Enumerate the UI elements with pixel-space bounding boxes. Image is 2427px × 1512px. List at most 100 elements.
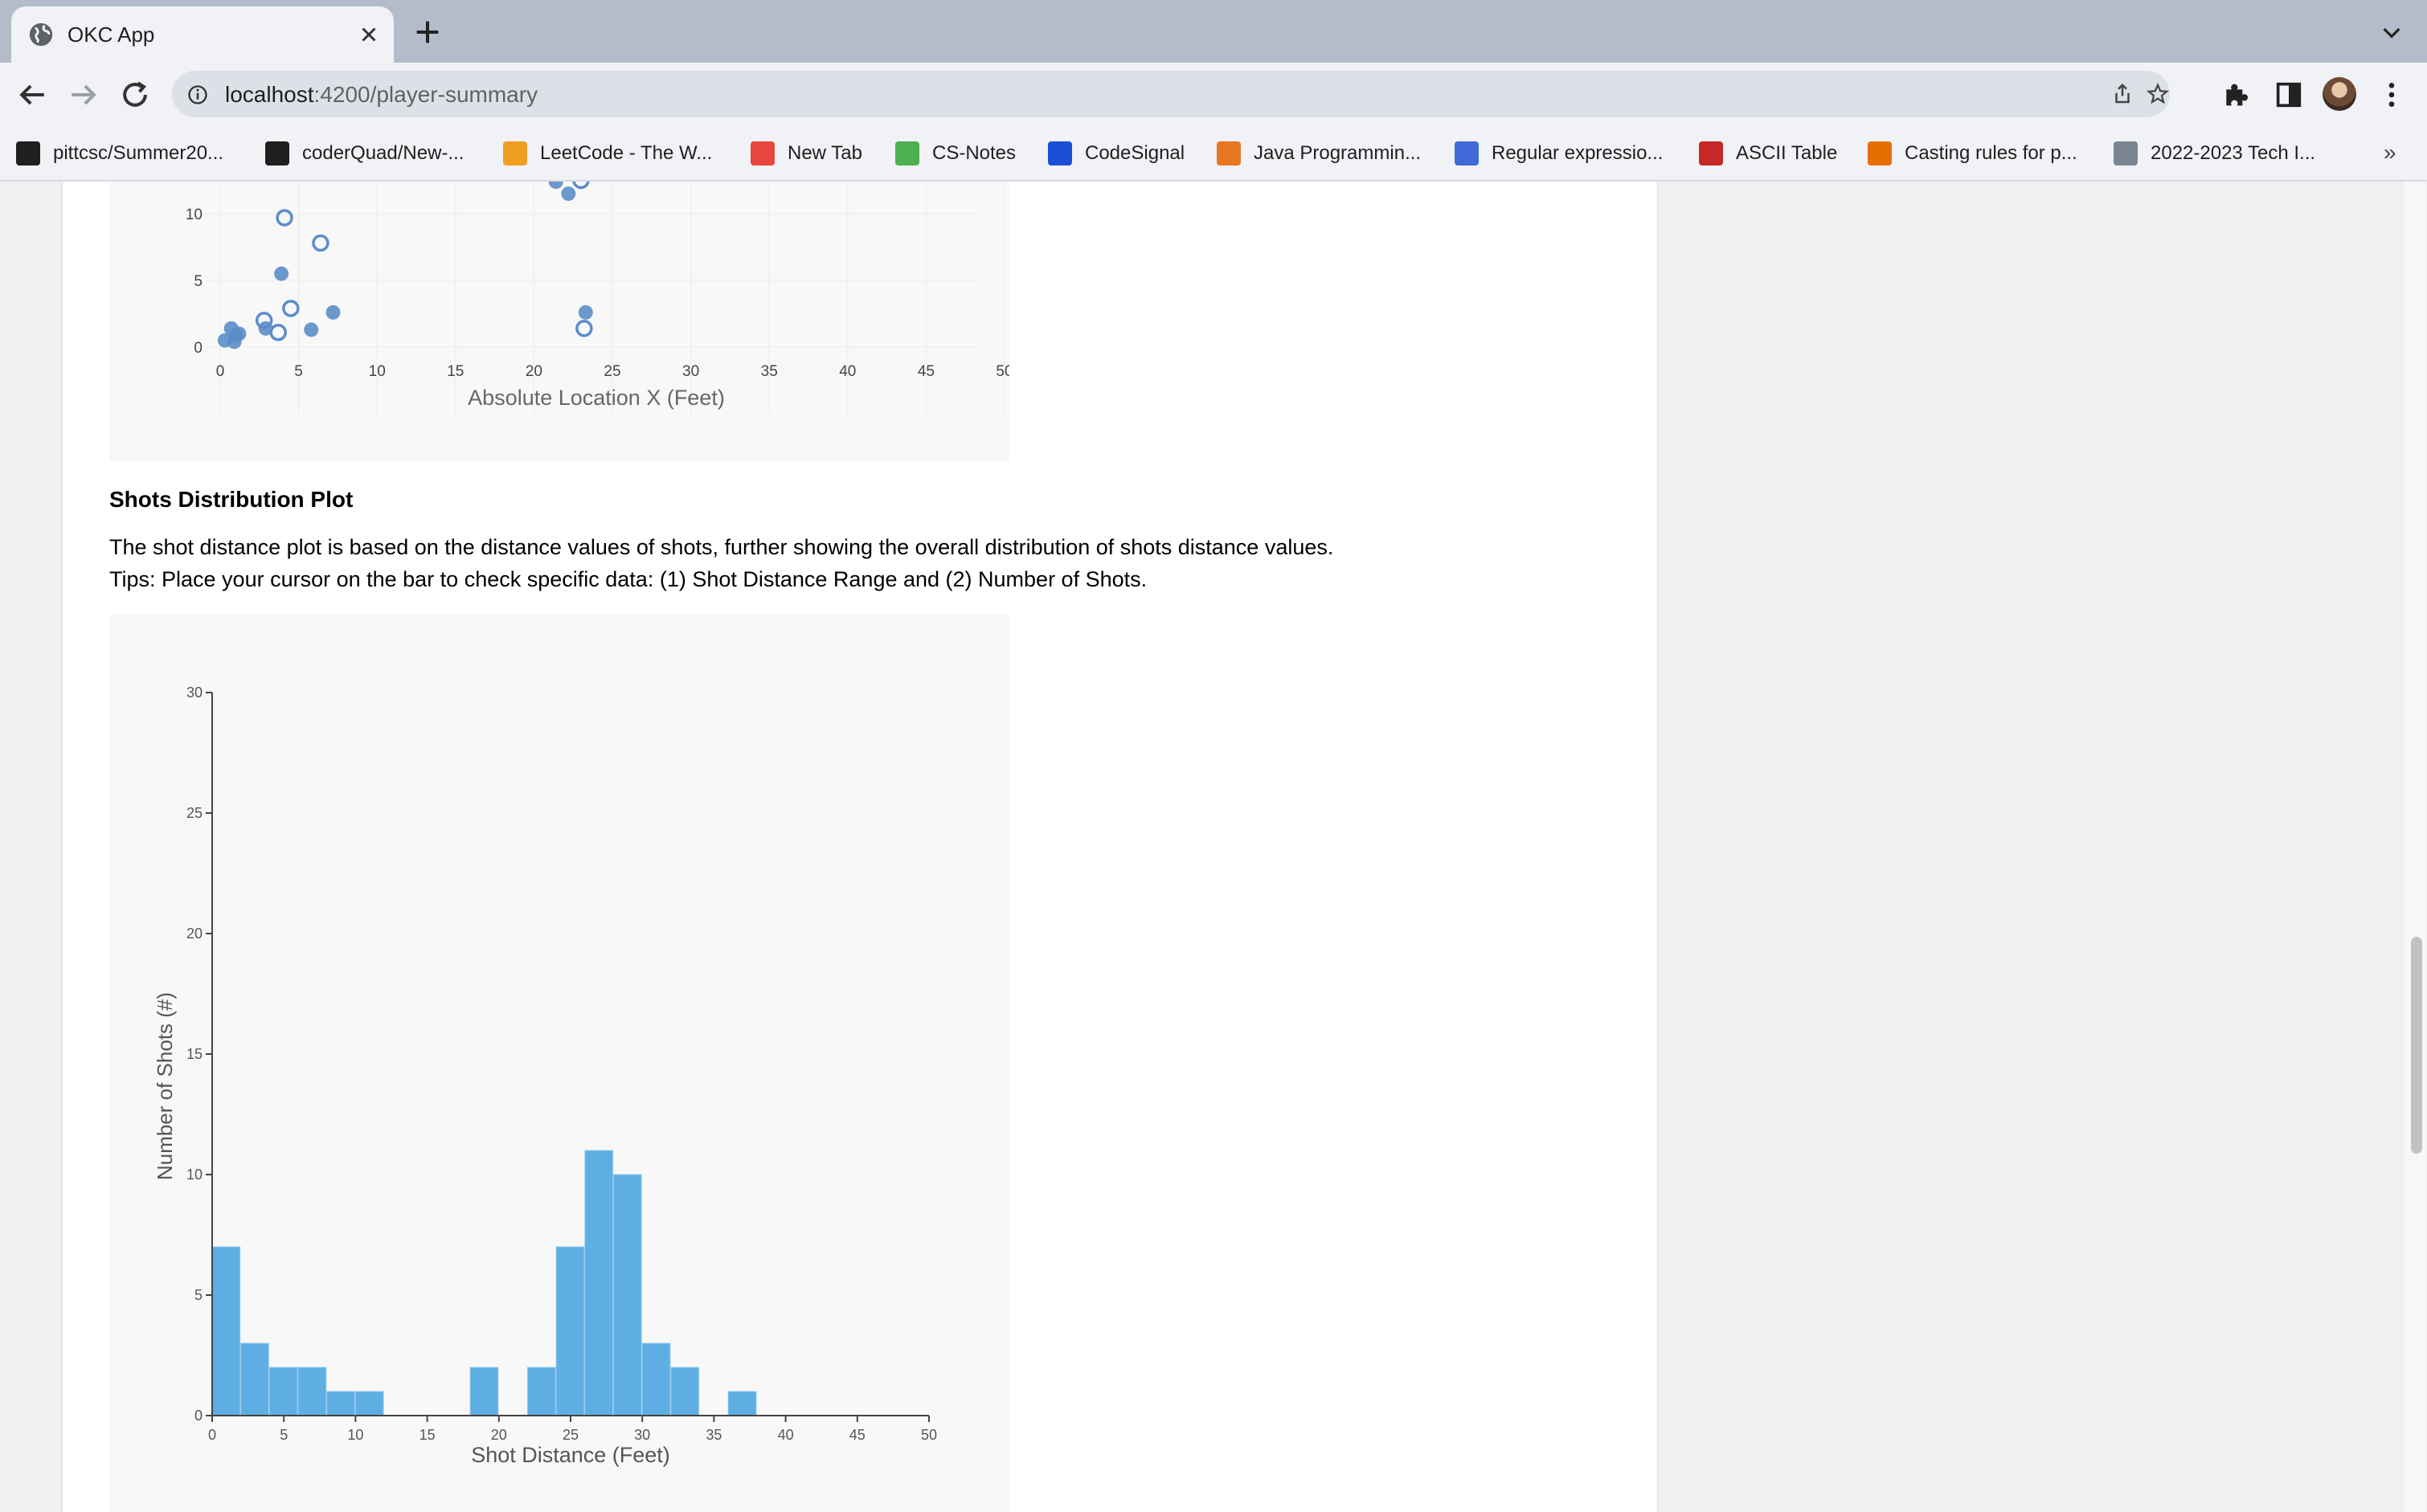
bookmark-item[interactable]: CS-Notes <box>895 140 1016 167</box>
bookmark-item[interactable]: CodeSignal <box>1048 140 1185 167</box>
scatter-x-tick-label: 10 <box>369 363 386 380</box>
leetcode-icon <box>503 141 527 166</box>
cs-notes-icon <box>895 141 919 166</box>
histogram-x-tick-label: 20 <box>491 1427 507 1443</box>
scatter-point-made <box>274 266 289 281</box>
histogram-x-tick-label: 15 <box>420 1427 436 1443</box>
histogram-y-tick-label: 5 <box>194 1287 203 1303</box>
scatter-x-tick-label: 50 <box>996 363 1009 380</box>
histogram-panel: 0 5 10 15 20 25 30 0 5 10 15 20 25 30 35 40 45 50 Shot Dis… <box>109 614 1009 1512</box>
scatter-point-made <box>304 322 319 337</box>
bookmark-item[interactable]: 2022-2023 Tech I... <box>2114 140 2315 167</box>
bookmark-star-icon[interactable] <box>2146 82 2170 106</box>
histogram-bar <box>297 1367 327 1416</box>
histogram-x-axis-label: Shot Distance (Feet) <box>471 1443 670 1467</box>
regex-icon <box>1455 141 1479 166</box>
histogram-x-tick-label: 40 <box>778 1427 794 1443</box>
scatter-x-tick-label: 0 <box>216 363 225 380</box>
scatter-y-tick-label: 5 <box>194 273 203 290</box>
scatter-y-tick-label: 0 <box>194 340 203 357</box>
browser-window: OKC App localhost:4200/player-summary pi… <box>0 0 2427 1512</box>
more-bookmarks-button[interactable]: » <box>2384 140 2396 166</box>
bookmark-label: Regular expressio... <box>1492 142 1664 164</box>
histogram-x-tick-label: 45 <box>849 1427 866 1443</box>
scatter-point-made <box>561 186 576 202</box>
scatter-point-made <box>578 304 593 320</box>
bookmark-label: 2022-2023 Tech I... <box>2151 142 2316 164</box>
scatter-point-made <box>231 326 247 341</box>
histogram-bar <box>240 1342 269 1416</box>
url-text[interactable]: localhost:4200/player-summary <box>225 82 538 108</box>
scatter-x-tick-label: 30 <box>682 363 699 380</box>
histogram-bar <box>727 1391 757 1416</box>
bookmark-label: Casting rules for p... <box>1905 142 2077 164</box>
bookmark-label: CodeSignal <box>1085 142 1185 164</box>
histogram-x-tick-label: 0 <box>208 1427 216 1443</box>
toolbar: localhost:4200/player-summary <box>0 63 2427 125</box>
bookmark-item[interactable]: LeetCode - The W... <box>503 140 712 167</box>
bookmark-item[interactable]: Casting rules for p... <box>1868 140 2077 167</box>
histogram-bar <box>641 1342 671 1416</box>
scatter-x-tick-label: 15 <box>447 363 464 380</box>
close-icon[interactable] <box>357 22 381 47</box>
bookmark-item[interactable]: New Tab <box>751 140 862 167</box>
scatter-x-tick-label: 45 <box>918 363 935 380</box>
bookmark-item[interactable]: ASCII Table <box>1699 140 1837 167</box>
new-tab-icon[interactable] <box>411 16 444 48</box>
profile-avatar[interactable] <box>2323 77 2356 111</box>
scatter-x-tick-label: 25 <box>604 363 620 380</box>
scrollbar-track[interactable] <box>2404 182 2425 1512</box>
histogram-y-tick-label: 10 <box>186 1167 203 1183</box>
tab-okc-app[interactable]: OKC App <box>11 6 394 63</box>
extensions-icon[interactable] <box>2220 79 2252 111</box>
info-icon[interactable] <box>186 84 209 106</box>
scatter-plot-panel: 0 5 10 15 20 25 30 35 40 45 50 0 5 10 Absolute Locatio… <box>109 182 1013 461</box>
histogram-bar <box>584 1150 614 1416</box>
newtab-icon <box>751 141 775 166</box>
back-arrow-icon[interactable] <box>14 77 50 112</box>
histogram-x-tick-label: 5 <box>280 1427 288 1443</box>
section-title: Shots Distribution Plot <box>109 487 354 512</box>
tips-text: Tips: Place your cursor on the bar to ch… <box>109 567 1148 591</box>
histogram-y-axis-label: Number of Shots (#) <box>153 992 177 1180</box>
scatter-point-made <box>325 304 341 320</box>
bookmark-label: LeetCode - The W... <box>540 142 713 164</box>
share-icon[interactable] <box>2110 82 2134 106</box>
bookmark-item[interactable]: Regular expressio... <box>1455 140 1663 167</box>
histogram-x-tick-label: 30 <box>634 1427 650 1443</box>
histogram-bar <box>670 1367 700 1416</box>
scatter-x-axis-label: Absolute Location X (Feet) <box>468 386 725 410</box>
codesignal-icon <box>1048 141 1072 166</box>
side-panel-icon[interactable] <box>2273 79 2305 111</box>
chevron-down-icon[interactable] <box>2379 19 2404 45</box>
scatter-x-tick-label: 35 <box>761 363 778 380</box>
scrollbar-thumb[interactable] <box>2411 937 2422 1154</box>
url-host: localhost <box>225 82 314 107</box>
kebab-menu-icon[interactable] <box>2376 79 2408 111</box>
histogram-bar <box>613 1174 642 1416</box>
java-icon <box>1868 141 1892 166</box>
princeton-icon <box>1217 141 1241 166</box>
histogram-y-tick-label: 30 <box>186 684 203 701</box>
tab-strip: OKC App <box>0 0 2427 63</box>
forward-arrow-icon[interactable] <box>66 77 101 112</box>
reload-icon[interactable] <box>117 77 153 112</box>
bookmark-item[interactable]: Java Programmin... <box>1217 140 1421 167</box>
bookmark-item[interactable]: coderQuad/New-... <box>265 140 464 167</box>
scatter-chart[interactable]: 0 5 10 15 20 25 30 35 40 45 50 0 5 10 Absolute Locatio… <box>109 182 1013 461</box>
histogram-chart[interactable]: 0 5 10 15 20 25 30 0 5 10 15 20 25 30 35 40 45 50 Shot Dis… <box>109 614 1009 1512</box>
url-path: :4200/player-summary <box>313 82 538 107</box>
bookmark-label: CS-Notes <box>932 142 1017 164</box>
page-viewport: 0 5 10 15 20 25 30 35 40 45 50 0 5 10 Absolute Locatio… <box>0 182 2427 1512</box>
tab-title: OKC App <box>68 22 155 47</box>
bookmark-label: coderQuad/New-... <box>302 142 465 164</box>
histogram-y-tick-label: 0 <box>194 1408 203 1424</box>
bookmark-label: pittcsc/Summer20... <box>53 142 224 164</box>
histogram-x-tick-label: 35 <box>706 1427 722 1443</box>
histogram-y-tick-label: 25 <box>186 805 203 821</box>
histogram-x-tick-label: 50 <box>921 1427 937 1443</box>
address-bar[interactable]: localhost:4200/player-summary <box>172 71 2170 117</box>
bookmark-item[interactable]: pittcsc/Summer20... <box>16 140 223 167</box>
bookmark-label: New Tab <box>788 142 862 164</box>
histogram-bar <box>555 1246 585 1416</box>
